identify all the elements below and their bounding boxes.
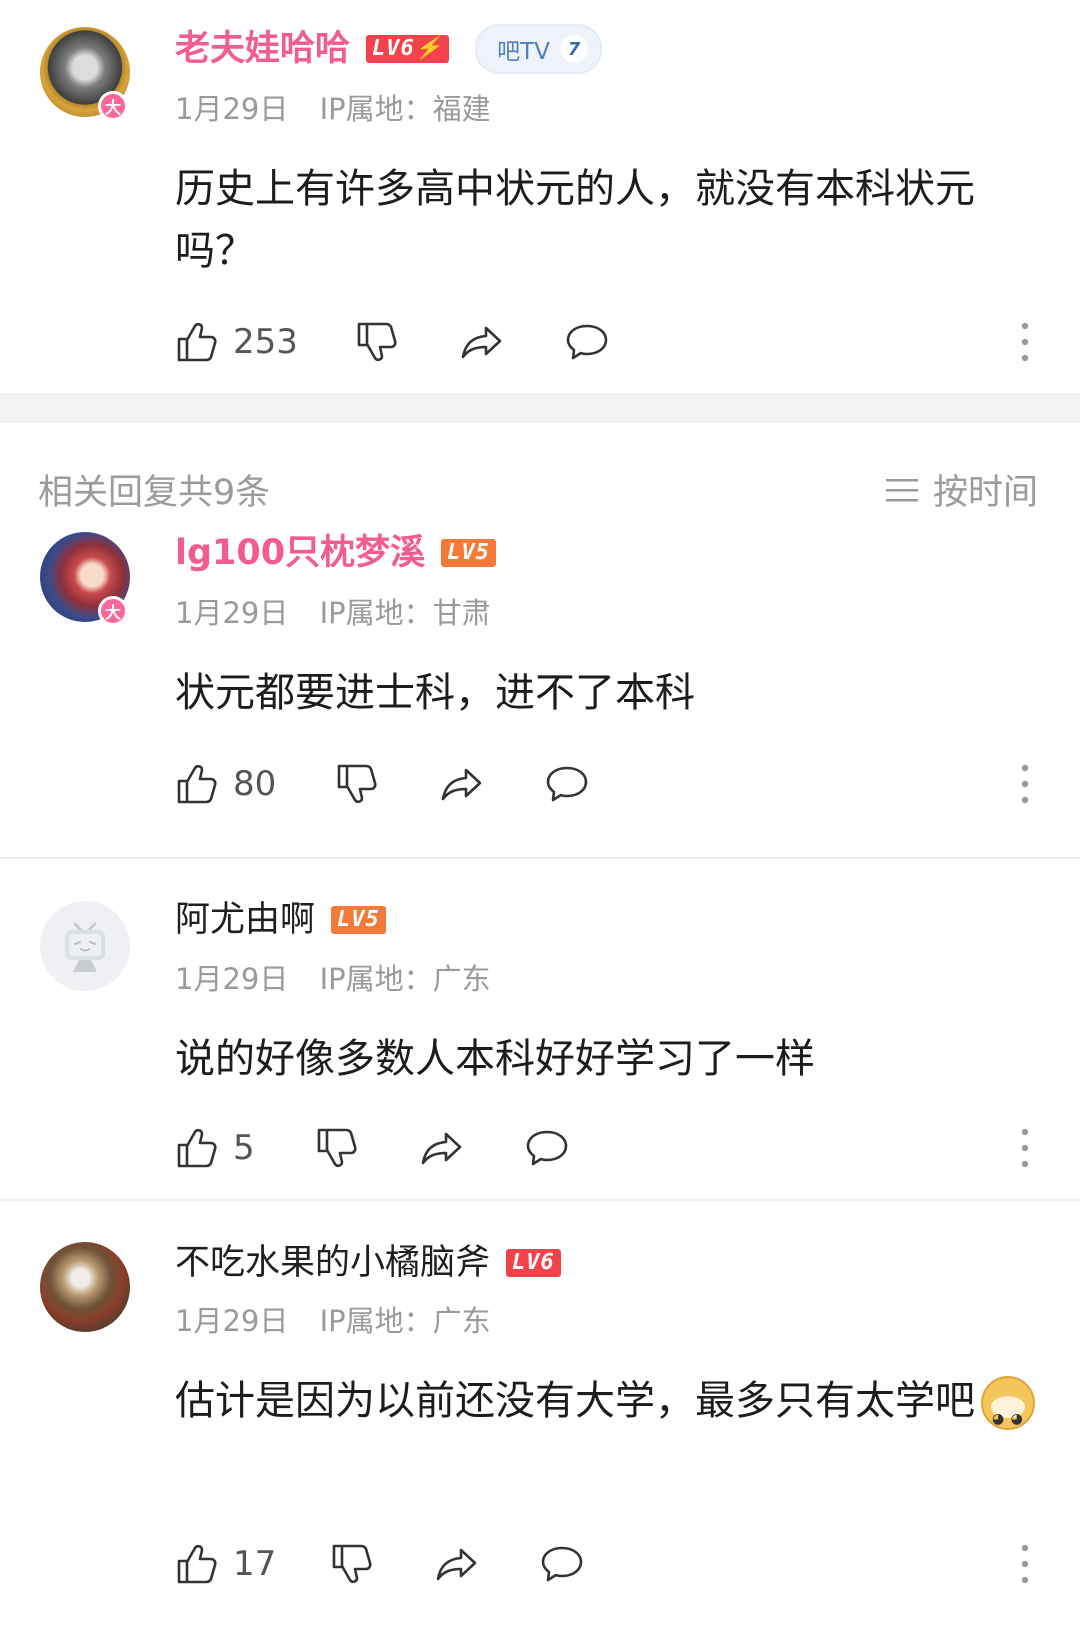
comment-text-content: 估计是因为以前还没有大学，最多只有太学吧 <box>175 1378 975 1424</box>
ip-location: IP属地：广东 <box>319 962 491 996</box>
dislike-button[interactable] <box>330 1538 374 1590</box>
level-badge: LV6⚡ <box>366 35 450 63</box>
vip-badge: 大 <box>98 596 128 626</box>
like-count: 17 <box>233 1544 277 1584</box>
doge-emoji-icon <box>981 1376 1035 1450</box>
username[interactable]: 老夫娃哈哈 <box>175 27 350 71</box>
thumb-down-icon <box>355 320 399 364</box>
comment-icon <box>525 1126 569 1170</box>
reply-button[interactable] <box>540 1538 584 1590</box>
dislike-button[interactable] <box>335 758 379 810</box>
action-bar: 253 <box>175 316 1035 368</box>
level-badge: LV5 <box>441 539 496 567</box>
section-separator <box>0 393 1080 423</box>
like-button[interactable]: 253 <box>175 316 298 368</box>
more-vertical-icon[interactable] <box>1015 1126 1035 1170</box>
avatar[interactable] <box>40 1242 130 1332</box>
divider <box>0 857 1080 859</box>
avatar[interactable]: 大 <box>40 532 130 626</box>
share-button[interactable] <box>420 1122 464 1174</box>
reply-button[interactable] <box>545 758 589 810</box>
share-icon <box>435 1542 479 1586</box>
reply-button[interactable] <box>565 316 609 368</box>
reply-meta: 1月29日 IP属地：广东 <box>175 1298 513 1340</box>
sort-icon <box>885 478 918 501</box>
comment-text: 估计是因为以前还没有大学，最多只有太学吧 <box>175 1370 1035 1450</box>
action-bar: 80 <box>175 758 1035 810</box>
reply-meta: 1月29日 IP属地：广东 <box>175 956 513 998</box>
like-count: 253 <box>233 322 298 362</box>
vip-badge: 大 <box>98 91 128 121</box>
like-button[interactable]: 17 <box>175 1538 276 1590</box>
thumb-up-icon <box>175 1126 219 1170</box>
share-button[interactable] <box>435 1538 479 1590</box>
main-post: 大 老夫娃哈哈 LV6⚡ 吧TV 7 1月29日 IP属地：福建 历史上有许多高… <box>0 0 1080 393</box>
like-button[interactable]: 5 <box>175 1122 255 1174</box>
reply-button[interactable] <box>525 1122 569 1174</box>
replies-count: 相关回复共9条 <box>38 473 271 513</box>
comment-icon <box>545 762 589 806</box>
action-bar: 5 <box>175 1122 1035 1174</box>
more-vertical-icon[interactable] <box>1015 762 1035 806</box>
ip-location: IP属地：福建 <box>319 92 491 126</box>
thumb-down-icon <box>315 1126 359 1170</box>
tv-badge-label: 吧TV <box>497 39 550 65</box>
thumb-up-icon <box>175 762 219 806</box>
share-icon <box>420 1126 464 1170</box>
share-button[interactable] <box>460 316 504 368</box>
post-date: 1月29日 <box>175 92 289 126</box>
comment-icon <box>565 320 609 364</box>
replies-header: 相关回复共9条 按时间 <box>0 458 1080 518</box>
username[interactable]: 不吃水果的小橘脑斧 <box>175 1241 490 1285</box>
sort-label: 按时间 <box>932 473 1038 513</box>
comment-text: 说的好像多数人本科好好学习了一样 <box>175 1036 815 1082</box>
comment-text: 状元都要进士科，进不了本科 <box>175 670 695 716</box>
username[interactable]: 阿尤由啊 <box>175 898 315 942</box>
like-count: 5 <box>233 1128 255 1168</box>
thumb-up-icon <box>175 320 219 364</box>
comment-icon <box>540 1542 584 1586</box>
comment-text: 历史上有许多高中状元的人，就没有本科状元吗？ <box>175 166 975 274</box>
default-avatar-icon <box>65 922 105 972</box>
ip-location: IP属地：广东 <box>319 1304 491 1338</box>
more-vertical-icon[interactable] <box>1015 320 1035 364</box>
reply-meta: 1月29日 IP属地：甘肃 <box>175 590 513 632</box>
avatar[interactable]: 大 <box>40 27 130 121</box>
dislike-button[interactable] <box>315 1122 359 1174</box>
dislike-button[interactable] <box>355 316 399 368</box>
username[interactable]: lg100只枕梦溪 <box>175 531 425 575</box>
tv-badge-count: 7 <box>559 35 588 63</box>
share-button[interactable] <box>440 758 484 810</box>
reply-date: 1月29日 <box>175 1304 289 1338</box>
reply-date: 1月29日 <box>175 596 289 630</box>
share-icon <box>440 762 484 806</box>
thumb-up-icon <box>175 1542 219 1586</box>
ip-location: IP属地：甘肃 <box>319 596 491 630</box>
level-badge: LV6 <box>506 1249 561 1277</box>
thumb-down-icon <box>330 1542 374 1586</box>
sort-button[interactable]: 按时间 <box>885 464 1038 515</box>
like-count: 80 <box>233 764 277 804</box>
more-vertical-icon[interactable] <box>1015 1542 1035 1586</box>
tv-badge[interactable]: 吧TV 7 <box>475 24 602 74</box>
thumb-down-icon <box>335 762 379 806</box>
share-icon <box>460 320 504 364</box>
avatar[interactable] <box>40 901 130 991</box>
divider <box>0 1199 1080 1201</box>
action-bar: 17 <box>175 1538 1035 1590</box>
post-meta: 1月29日 IP属地：福建 <box>175 86 513 128</box>
reply-date: 1月29日 <box>175 962 289 996</box>
like-button[interactable]: 80 <box>175 758 276 810</box>
level-badge: LV5 <box>331 906 386 934</box>
